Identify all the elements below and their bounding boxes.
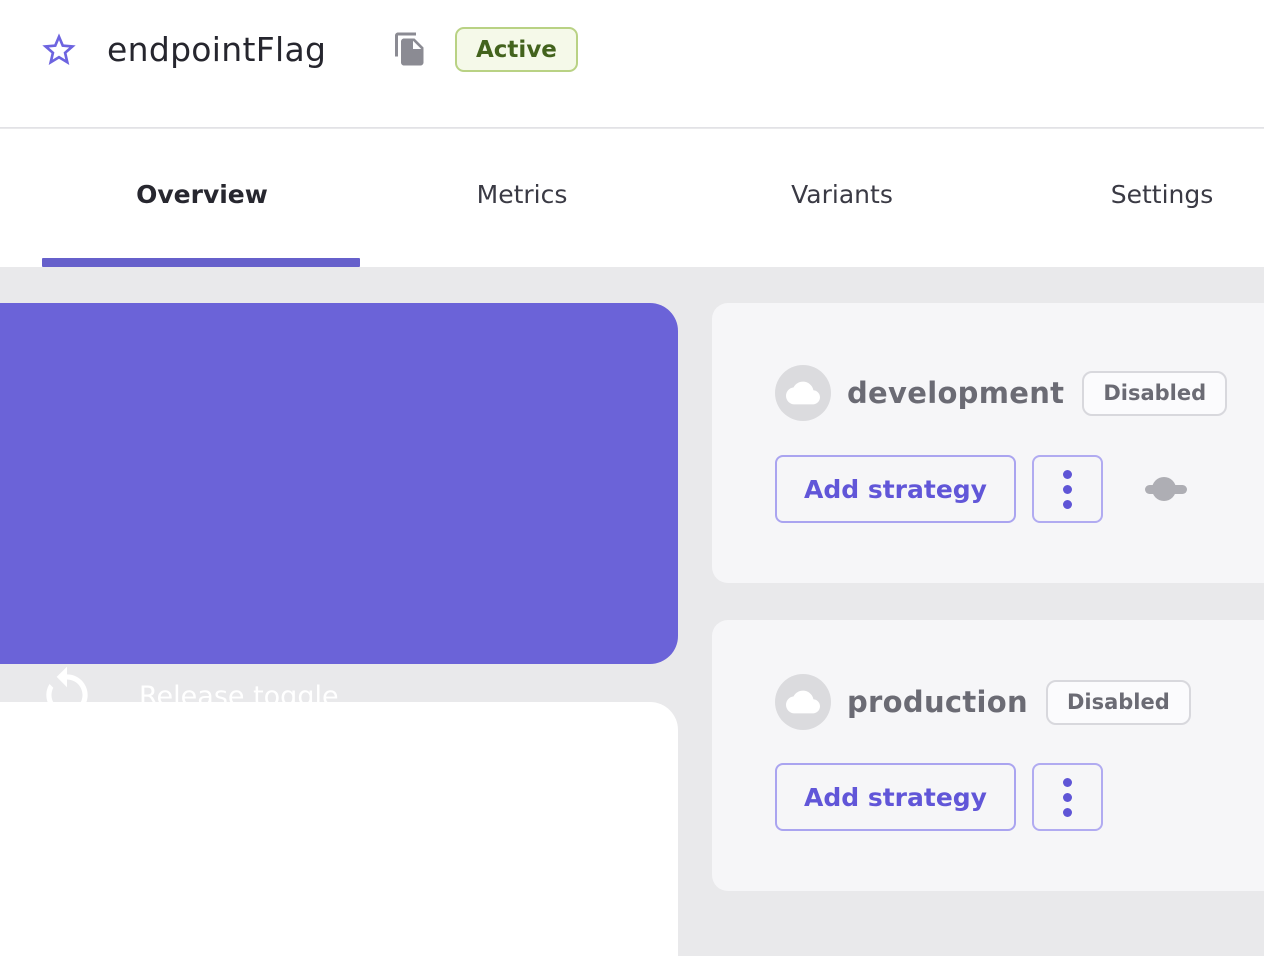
favorite-star-icon[interactable]	[39, 30, 79, 70]
environment-avatar	[775, 674, 831, 730]
switch-knob	[1152, 477, 1176, 501]
enabled-environments-card: Enabled in environments (0) development …	[0, 702, 678, 956]
tab-overview[interactable]: Overview	[42, 129, 362, 259]
kebab-dot	[1063, 808, 1072, 817]
environment-card-title: production	[847, 685, 1028, 719]
tab-metrics[interactable]: Metrics	[362, 129, 682, 259]
flag-tabbar: Overview Metrics Variants Settings	[0, 129, 1264, 267]
more-actions-button[interactable]	[1032, 763, 1103, 831]
add-strategy-button[interactable]: Add strategy	[775, 455, 1016, 523]
environment-card-development: development Disabled Add strategy	[712, 303, 1264, 583]
cloud-icon	[786, 685, 820, 719]
kebab-dot	[1063, 793, 1072, 802]
status-badge: Active	[455, 27, 578, 72]
kebab-dot	[1063, 485, 1072, 494]
flag-header: endpointFlag Active	[0, 0, 1264, 128]
cloud-icon	[786, 376, 820, 410]
copy-icon[interactable]	[392, 29, 428, 69]
tab-variants[interactable]: Variants	[682, 129, 1002, 259]
kebab-dot	[1063, 470, 1072, 479]
more-actions-button[interactable]	[1032, 455, 1103, 523]
add-strategy-button[interactable]: Add strategy	[775, 763, 1016, 831]
page-title: endpointFlag	[107, 30, 326, 69]
environment-status-badge: Disabled	[1082, 371, 1227, 416]
environment-status-badge: Disabled	[1046, 680, 1191, 725]
kebab-dot	[1063, 500, 1072, 509]
environment-switch-icon[interactable]	[1145, 477, 1187, 501]
flag-type-card: Release toggle Project: default No descr…	[0, 303, 678, 664]
kebab-dot	[1063, 778, 1072, 787]
environment-card-title: development	[847, 376, 1064, 410]
tab-settings[interactable]: Settings	[1002, 129, 1264, 259]
environment-card-production: production Disabled Add strategy	[712, 620, 1264, 891]
active-tab-indicator	[42, 258, 360, 267]
environment-avatar	[775, 365, 831, 421]
